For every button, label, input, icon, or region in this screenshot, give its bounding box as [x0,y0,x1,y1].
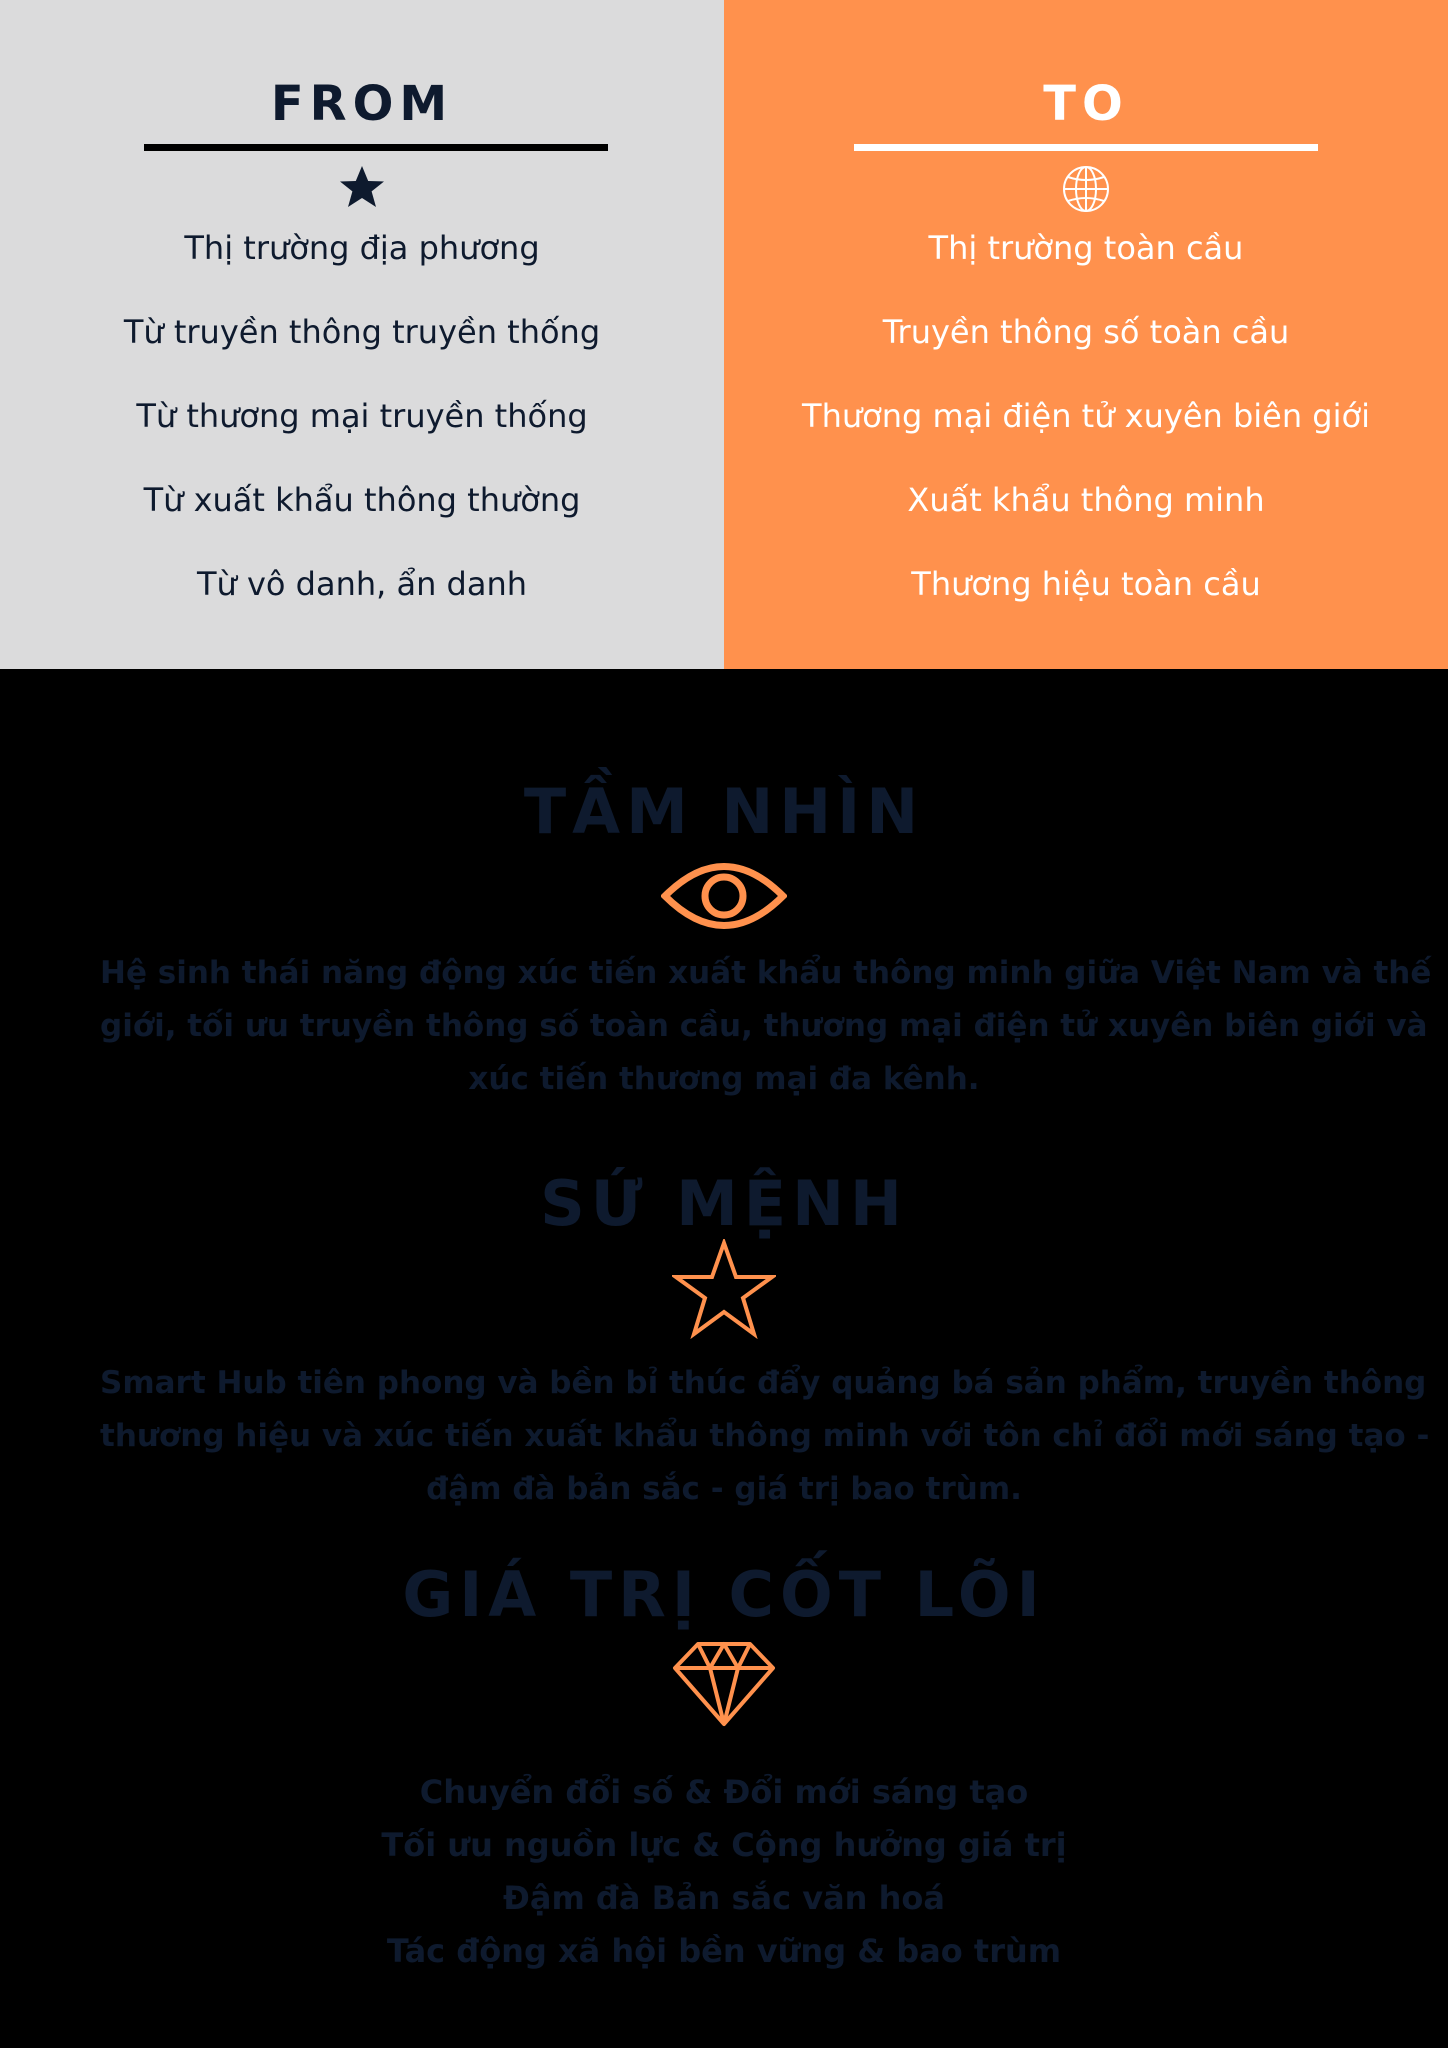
to-item: Truyền thông số toàn cầu [882,313,1290,351]
core-value-item: Tối ưu nguồn lực & Cộng hưởng giá trị [381,1826,1067,1864]
mission-line: Smart Hub tiên phong và bền bỉ thúc đẩy … [100,1365,1427,1401]
from-title: FROM [270,76,454,132]
vision-line: xúc tiến thương mại đa kênh. [468,1061,980,1097]
core-values-list: Chuyển đổi số & Đổi mới sáng tạo Tối ưu … [0,1766,1448,1978]
to-item: Thị trường toàn cầu [928,229,1244,267]
globe-icon [724,164,1448,216]
vision-line: giới, tối ưu truyền thông số toàn cầu, t… [100,1008,1428,1044]
from-to-comparison: FROM Thị trường địa phương Từ truyền thô… [0,0,1448,669]
from-column: FROM Thị trường địa phương Từ truyền thô… [0,0,724,669]
core-value-item: Tác động xã hội bền vững & bao trùm [386,1932,1062,1970]
vision-text: Hệ sinh thái năng động xúc tiến xuất khẩ… [100,947,1432,1106]
from-item: Từ thương mại truyền thống [136,397,588,435]
from-item: Thị trường địa phương [184,229,540,267]
mission-heading: SỨ MỆNH [540,1167,908,1240]
to-item: Thương mại điện tử xuyên biên giới [802,397,1370,435]
star-icon [0,164,724,216]
to-column: TO Thị trường toàn cầu Truyền thông số t… [724,0,1448,669]
eye-icon [0,859,1448,933]
vision-mission-values: TẦM NHÌN Hệ sinh thái năng động xúc tiến… [0,669,1448,2048]
vision-line: Hệ sinh thái năng động xúc tiến xuất khẩ… [100,955,1432,991]
vision-heading: TẦM NHÌN [523,775,925,848]
core-value-item: Chuyển đổi số & Đổi mới sáng tạo [419,1773,1029,1811]
diamond-icon [0,1641,1448,1727]
from-item: Từ vô danh, ẩn danh [196,565,528,603]
star-outline-icon [0,1239,1448,1339]
to-item: Thương hiệu toàn cầu [911,565,1261,603]
from-item: Từ truyền thông truyền thống [123,313,601,351]
mission-line: đậm đà bản sắc - giá trị bao trùm. [426,1471,1022,1507]
to-title: TO [1043,76,1129,132]
mission-text: Smart Hub tiên phong và bền bỉ thúc đẩy … [100,1357,1430,1516]
to-item: Xuất khẩu thông minh [907,481,1265,519]
from-item: Từ xuất khẩu thông thường [143,481,581,519]
core-values-heading: GIÁ TRỊ CỐT LÕI [402,1558,1046,1631]
from-divider [144,144,608,151]
core-value-item: Đậm đà Bản sắc văn hoá [503,1879,945,1917]
to-divider [854,144,1318,151]
mission-line: thương hiệu và xúc tiến xuất khẩu thông … [100,1418,1430,1454]
